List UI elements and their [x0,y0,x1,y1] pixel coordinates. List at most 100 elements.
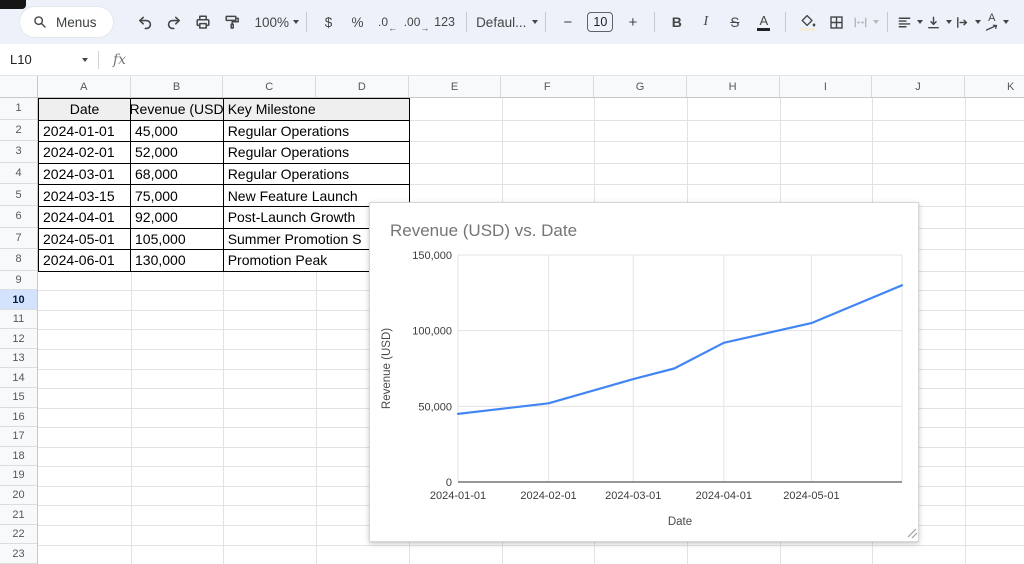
chart-resize-handle [908,529,917,538]
row-header-18[interactable]: 18 [0,447,37,467]
font-size-input[interactable]: 10 [587,12,613,32]
chevron-down-icon [946,20,952,24]
row-header-17[interactable]: 17 [0,427,37,447]
row-header-20[interactable]: 20 [0,486,37,506]
data-cell[interactable]: Regular Operations [224,164,409,185]
column-header-B[interactable]: B [131,76,224,97]
revenue-line-chart: 050,000100,000150,0002024-01-012024-02-0… [370,203,918,541]
data-cell[interactable]: 2024-03-15 [39,185,131,206]
merge-cells-button[interactable] [851,7,880,37]
data-cell[interactable]: 75,000 [131,185,224,206]
more-formats-label: 123 [434,15,455,29]
toolbar-divider [654,12,655,32]
chevron-down-icon [1003,20,1009,24]
row-header-15[interactable]: 15 [0,388,37,408]
data-cell[interactable]: 2024-05-01 [39,229,131,250]
column-header-J[interactable]: J [872,76,965,97]
data-cell[interactable]: 45,000 [131,121,224,142]
text-rotation-button[interactable]: A [982,7,1011,37]
data-cell[interactable]: 2024-03-01 [39,164,131,185]
more-formats-button[interactable]: 123 [430,7,459,37]
fill-color-icon [800,14,816,31]
zoom-select[interactable]: 100% [255,7,300,37]
header-cell[interactable]: Key Milestone [224,99,409,120]
toolbar: Menus 100% $ % .0← .00→ 123 Def [0,0,1024,44]
column-header-F[interactable]: F [501,76,594,97]
vertical-align-button[interactable] [924,7,953,37]
column-header-G[interactable]: G [594,76,687,97]
menus-button[interactable]: Menus [20,7,113,37]
row-header-16[interactable]: 16 [0,408,37,428]
undo-button[interactable] [131,7,160,37]
increase-font-size-button[interactable]: + [618,7,647,37]
row-header-8[interactable]: 8 [0,249,37,271]
row-header-23[interactable]: 23 [0,544,37,564]
data-cell[interactable]: Regular Operations [224,142,409,163]
paint-format-button[interactable] [218,7,247,37]
data-cell[interactable]: 52,000 [131,142,224,163]
column-header-D[interactable]: D [316,76,409,97]
decrease-decimal-button[interactable]: .0← [372,7,401,37]
chart-x-axis-title: Date [668,516,692,528]
row-header-19[interactable]: 19 [0,466,37,486]
redo-button[interactable] [160,7,189,37]
column-header-I[interactable]: I [780,76,873,97]
column-header-H[interactable]: H [687,76,780,97]
font-select[interactable]: Defaul... [474,7,538,37]
row-header-10[interactable]: 10 [0,290,37,310]
data-cell[interactable]: 2024-01-01 [39,121,131,142]
column-header-E[interactable]: E [409,76,502,97]
data-cell[interactable]: 2024-06-01 [39,250,131,271]
data-cell[interactable]: 92,000 [131,207,224,228]
column-header-C[interactable]: C [223,76,316,97]
data-cell[interactable]: 2024-02-01 [39,142,131,163]
chevron-down-icon [532,20,538,24]
row-header-7[interactable]: 7 [0,228,37,250]
data-cell[interactable]: 68,000 [131,164,224,185]
header-cell[interactable]: Revenue (USD) [131,99,224,120]
row-header-4[interactable]: 4 [0,163,37,185]
format-percent-button[interactable]: % [343,7,372,37]
fill-color-button[interactable] [793,7,822,37]
bold-button[interactable]: B [662,7,691,37]
data-cell[interactable]: 2024-04-01 [39,207,131,228]
header-cell[interactable]: Date [39,99,131,120]
data-cell[interactable]: Regular Operations [224,121,409,142]
data-cell[interactable]: 130,000 [131,250,224,271]
gridline-vertical [965,98,966,564]
align-left-icon [896,14,913,31]
row-header-3[interactable]: 3 [0,141,37,163]
row-header-1[interactable]: 1 [0,98,37,120]
chart-card[interactable]: 050,000100,000150,0002024-01-012024-02-0… [369,202,919,542]
italic-button[interactable]: I [691,7,720,37]
increase-decimal-button[interactable]: .00→ [401,7,430,37]
column-header-A[interactable]: A [38,76,131,97]
print-button[interactable] [189,7,218,37]
row-header-14[interactable]: 14 [0,368,37,388]
row-header-2[interactable]: 2 [0,120,37,142]
text-wrap-button[interactable] [953,7,982,37]
select-all-corner[interactable] [0,76,38,98]
chart-y-tick-label: 0 [446,477,452,489]
row-header-21[interactable]: 21 [0,505,37,525]
row-header-9[interactable]: 9 [0,271,37,291]
data-cell[interactable]: 105,000 [131,229,224,250]
formula-bar-divider [98,51,99,69]
decrease-font-size-button[interactable]: − [553,7,582,37]
row-header-5[interactable]: 5 [0,184,37,206]
row-header-13[interactable]: 13 [0,349,37,369]
paint-format-icon [223,13,241,31]
redo-icon [165,13,183,31]
row-header-12[interactable]: 12 [0,329,37,349]
column-header-K[interactable]: K [965,76,1024,97]
name-box[interactable]: L10 [10,52,88,67]
strikethrough-button[interactable]: S [720,7,749,37]
row-header-6[interactable]: 6 [0,206,37,228]
borders-button[interactable] [822,7,851,37]
horizontal-align-button[interactable] [895,7,924,37]
row-headers: 1234567891011121314151617181920212223 [0,98,38,564]
text-color-button[interactable]: A [749,7,778,37]
row-header-11[interactable]: 11 [0,310,37,330]
format-currency-button[interactable]: $ [314,7,343,37]
row-header-22[interactable]: 22 [0,525,37,545]
